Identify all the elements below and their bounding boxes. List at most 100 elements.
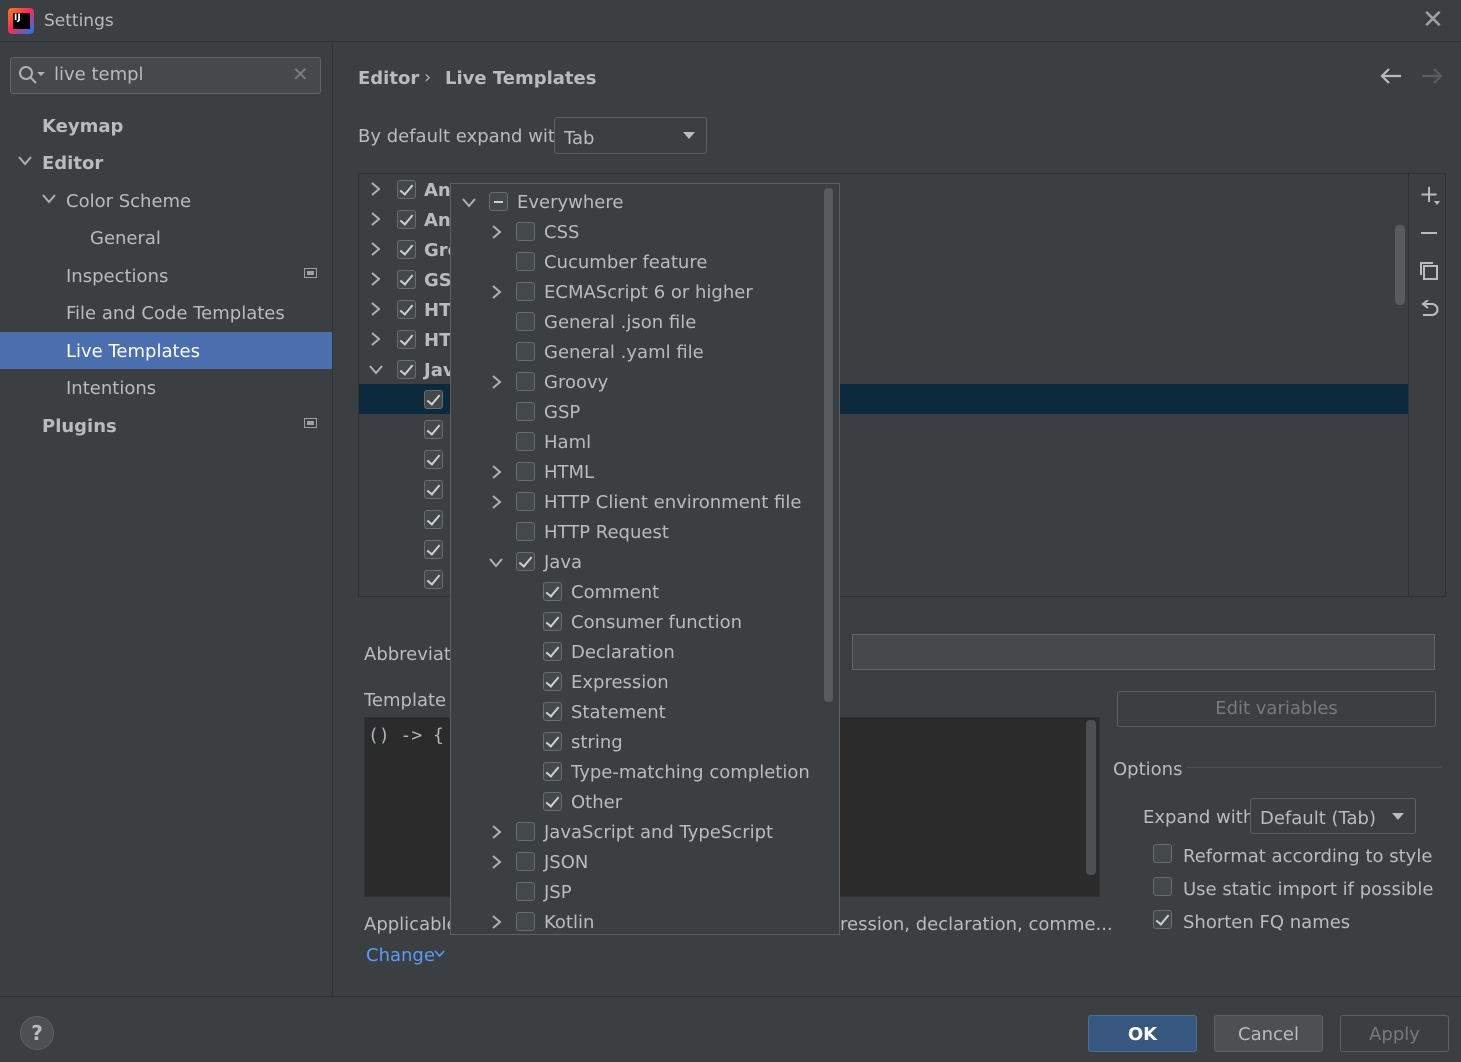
context-checkbox[interactable] (516, 372, 535, 391)
context-checkbox[interactable] (489, 192, 508, 211)
context-item-label[interactable]: Other (571, 792, 622, 822)
breadcrumb-editor[interactable]: Editor (358, 68, 419, 89)
chevron-right-icon[interactable] (371, 272, 381, 286)
chevron-right-icon[interactable] (492, 375, 502, 389)
context-checkbox[interactable] (543, 702, 562, 721)
sidebar-item-plugins[interactable]: Plugins (42, 416, 117, 437)
sidebar-item-editor[interactable]: Editor (42, 153, 103, 174)
tree-group-checkbox[interactable] (397, 300, 416, 319)
edit-variables-button[interactable]: Edit variables (1117, 691, 1436, 727)
reformat-checkbox[interactable] (1153, 844, 1172, 863)
tree-group-label[interactable]: An (424, 180, 451, 201)
context-item-label[interactable]: Expression (571, 672, 669, 702)
context-checkbox[interactable] (543, 762, 562, 781)
sidebar-item-inspections[interactable]: Inspections (66, 266, 168, 287)
chevron-right-icon[interactable] (371, 332, 381, 346)
context-item-label[interactable]: Consumer function (571, 612, 742, 642)
sidebar-item-general[interactable]: General (90, 228, 161, 249)
sidebar-item-file-and-code-templates[interactable]: File and Code Templates (66, 303, 285, 324)
tree-group-checkbox[interactable] (397, 270, 416, 289)
editor-scrollbar[interactable] (1086, 720, 1096, 875)
context-item-label[interactable]: Cucumber feature (544, 252, 707, 282)
chevron-right-icon[interactable] (492, 915, 502, 929)
context-item-label[interactable]: string (571, 732, 623, 762)
sidebar-item-live-templates[interactable]: Live Templates (66, 341, 200, 362)
context-item-label[interactable]: JSP (544, 882, 572, 912)
change-context-link[interactable]: Change (366, 945, 435, 966)
tree-template-checkbox[interactable] (424, 510, 443, 529)
search-options-chevron-icon[interactable] (37, 72, 45, 76)
chevron-right-icon[interactable] (492, 465, 502, 479)
sidebar-item-color-scheme[interactable]: Color Scheme (66, 191, 191, 212)
chevron-down-icon[interactable] (369, 365, 383, 375)
tree-group-checkbox[interactable] (397, 330, 416, 349)
tree-group-checkbox[interactable] (397, 240, 416, 259)
context-item-label[interactable]: HTML (544, 462, 594, 492)
tree-scrollbar[interactable] (1395, 225, 1405, 305)
context-item-label[interactable]: JSON (544, 852, 588, 882)
remove-icon[interactable] (1421, 232, 1437, 234)
context-checkbox[interactable] (516, 432, 535, 451)
popup-scrollbar[interactable] (824, 188, 833, 702)
context-checkbox[interactable] (516, 252, 535, 271)
context-checkbox[interactable] (516, 552, 535, 571)
tree-template-checkbox[interactable] (424, 420, 443, 439)
cancel-button[interactable]: Cancel (1214, 1015, 1323, 1052)
context-item-label[interactable]: Declaration (571, 642, 675, 672)
context-checkbox[interactable] (516, 282, 535, 301)
context-item-label[interactable]: HTTP Request (544, 522, 669, 552)
sidebar-item-keymap[interactable]: Keymap (42, 116, 123, 137)
context-item-label[interactable]: Kotlin (544, 912, 594, 942)
context-checkbox[interactable] (543, 792, 562, 811)
chevron-down-icon[interactable] (18, 156, 32, 166)
clear-search-icon[interactable]: ✕ (292, 62, 309, 86)
description-field[interactable] (852, 634, 1435, 670)
apply-button[interactable]: Apply (1340, 1015, 1449, 1052)
copy-icon[interactable] (1419, 261, 1439, 281)
shorten-fq-checkbox[interactable] (1153, 910, 1172, 929)
context-checkbox[interactable] (516, 462, 535, 481)
context-checkbox[interactable] (516, 852, 535, 871)
context-checkbox[interactable] (543, 672, 562, 691)
context-checkbox[interactable] (516, 912, 535, 931)
close-icon[interactable]: ✕ (1422, 6, 1444, 34)
tree-group-checkbox[interactable] (397, 210, 416, 229)
tree-template-checkbox[interactable] (424, 480, 443, 499)
chevron-right-icon[interactable] (492, 225, 502, 239)
chevron-right-icon[interactable] (371, 242, 381, 256)
chevron-right-icon[interactable] (492, 495, 502, 509)
chevron-right-icon[interactable] (492, 855, 502, 869)
ok-button[interactable]: OK (1088, 1015, 1197, 1052)
context-item-label[interactable]: HTTP Client environment file (544, 492, 801, 522)
context-item-label[interactable]: Type-matching completion (571, 762, 810, 792)
context-item-label[interactable]: Java (544, 552, 582, 582)
forward-arrow-icon[interactable] (1421, 66, 1443, 86)
context-item-label[interactable]: Groovy (544, 372, 608, 402)
back-arrow-icon[interactable] (1380, 66, 1402, 86)
context-checkbox[interactable] (516, 342, 535, 361)
tree-template-checkbox[interactable] (424, 540, 443, 559)
context-item-label[interactable]: Haml (544, 432, 591, 462)
context-checkbox[interactable] (516, 222, 535, 241)
chevron-right-icon[interactable] (371, 212, 381, 226)
context-item-label[interactable]: General .json file (544, 312, 696, 342)
context-checkbox[interactable] (543, 582, 562, 601)
chevron-down-icon[interactable] (462, 198, 476, 208)
context-item-label[interactable]: Comment (571, 582, 659, 612)
chevron-down-icon[interactable] (42, 194, 56, 204)
chevron-right-icon[interactable] (371, 182, 381, 196)
context-item-label[interactable]: Everywhere (517, 192, 623, 222)
context-item-label[interactable]: Statement (571, 702, 666, 732)
tree-group-checkbox[interactable] (397, 180, 416, 199)
context-checkbox[interactable] (516, 522, 535, 541)
context-checkbox[interactable] (516, 402, 535, 421)
tree-template-checkbox[interactable] (424, 450, 443, 469)
context-checkbox[interactable] (516, 312, 535, 331)
context-checkbox[interactable] (516, 882, 535, 901)
tree-group-label[interactable]: An (424, 210, 451, 231)
chevron-down-icon[interactable] (489, 558, 503, 568)
context-item-label[interactable]: ECMAScript 6 or higher (544, 282, 753, 312)
sidebar-item-intentions[interactable]: Intentions (66, 378, 156, 399)
context-checkbox[interactable] (543, 732, 562, 751)
tree-group-label[interactable]: HT (424, 330, 451, 351)
